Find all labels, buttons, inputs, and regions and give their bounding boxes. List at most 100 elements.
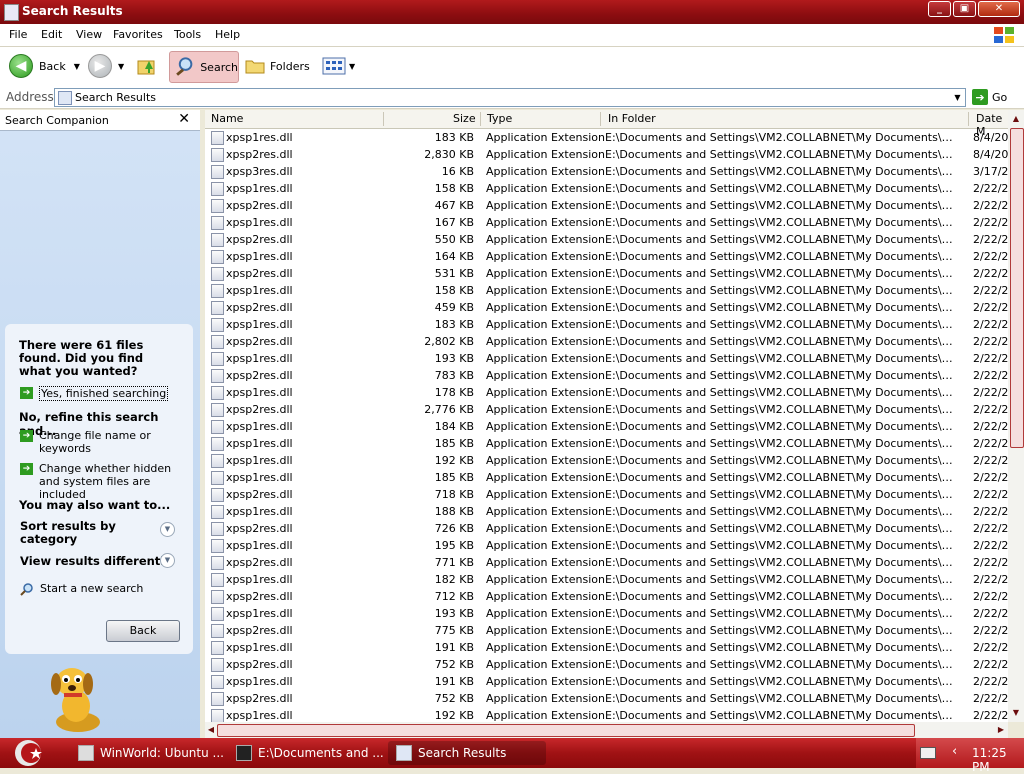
change-file-name-link[interactable]: ➔ Change file name or keywords: [20, 429, 180, 455]
file-size: 185 KB: [434, 471, 474, 484]
search-button[interactable]: Search: [169, 51, 239, 83]
file-size: 752 KB: [434, 658, 474, 671]
table-row[interactable]: xpsp1res.dll 191 KB Application Extension E…: [205, 639, 1008, 656]
table-row[interactable]: xpsp1res.dll 183 KB Application Extension E…: [205, 129, 1008, 146]
keyboard-icon[interactable]: [920, 747, 936, 759]
table-row[interactable]: xpsp1res.dll 188 KB Application Extension E…: [205, 503, 1008, 520]
table-row[interactable]: xpsp1res.dll 178 KB Application Extension E…: [205, 384, 1008, 401]
table-row[interactable]: xpsp1res.dll 185 KB Application Extension E…: [205, 469, 1008, 486]
table-row[interactable]: xpsp1res.dll 184 KB Application Extension E…: [205, 418, 1008, 435]
sort-results-link[interactable]: Sort results by category: [20, 520, 130, 546]
file-folder: E:\Documents and Settings\VM2.COLLABNET\…: [605, 216, 961, 229]
companion-back-button[interactable]: Back: [106, 620, 180, 642]
column-divider[interactable]: [968, 112, 969, 126]
table-row[interactable]: xpsp1res.dll 193 KB Application Extension E…: [205, 350, 1008, 367]
yes-finished-link[interactable]: ➔ Yes, finished searching: [20, 386, 169, 401]
table-row[interactable]: xpsp1res.dll 164 KB Application Extension E…: [205, 248, 1008, 265]
up-folder-button[interactable]: [136, 51, 158, 81]
menu-favorites[interactable]: Favorites: [113, 28, 163, 41]
table-row[interactable]: xpsp2res.dll 752 KB Application Extension E…: [205, 656, 1008, 673]
table-row[interactable]: xpsp2res.dll 718 KB Application Extension E…: [205, 486, 1008, 503]
table-row[interactable]: xpsp3res.dll 16 KB Application Extension E:…: [205, 163, 1008, 180]
new-search-link[interactable]: Start a new search: [20, 582, 143, 596]
column-name[interactable]: Name: [211, 112, 243, 125]
scroll-right-icon[interactable]: ▶: [995, 723, 1007, 736]
go-button[interactable]: ➔ Go: [972, 88, 1007, 106]
back-dropdown-icon[interactable]: ▼: [74, 62, 80, 71]
table-row[interactable]: xpsp1res.dll 158 KB Application Extension E…: [205, 282, 1008, 299]
table-row[interactable]: xpsp1res.dll 185 KB Application Extension E…: [205, 435, 1008, 452]
clock[interactable]: 11:25 PM: [972, 746, 1024, 774]
horizontal-scroll-thumb[interactable]: [217, 724, 915, 737]
folders-button[interactable]: Folders: [244, 51, 310, 81]
table-row[interactable]: xpsp2res.dll 726 KB Application Extension E…: [205, 520, 1008, 537]
column-divider[interactable]: [480, 112, 481, 126]
table-row[interactable]: xpsp2res.dll 550 KB Application Extension E…: [205, 231, 1008, 248]
menu-tools[interactable]: Tools: [174, 28, 201, 41]
table-row[interactable]: xpsp1res.dll 183 KB Application Extension E…: [205, 316, 1008, 333]
forward-dropdown-icon[interactable]: ▼: [118, 62, 124, 71]
file-name: xpsp1res.dll: [226, 352, 293, 365]
close-button[interactable]: ✕: [978, 1, 1020, 17]
scroll-left-icon[interactable]: ◀: [205, 723, 217, 736]
search-results-icon: [396, 745, 412, 761]
table-row[interactable]: xpsp2res.dll 2,776 KB Application Extensio…: [205, 401, 1008, 418]
address-dropdown-icon[interactable]: ▼: [950, 89, 965, 106]
table-row[interactable]: xpsp2res.dll 752 KB Application Extension E…: [205, 690, 1008, 707]
table-row[interactable]: xpsp1res.dll 167 KB Application Extension E…: [205, 214, 1008, 231]
taskbar-item-winworld[interactable]: WinWorld: Ubuntu ...: [70, 741, 228, 765]
table-row[interactable]: xpsp1res.dll 195 KB Application Extension E…: [205, 537, 1008, 554]
column-in-folder[interactable]: In Folder: [608, 112, 656, 125]
table-row[interactable]: xpsp2res.dll 771 KB Application Extension E…: [205, 554, 1008, 571]
column-divider[interactable]: [383, 112, 384, 126]
file-name: xpsp1res.dll: [226, 420, 293, 433]
scroll-down-icon[interactable]: ▼: [1010, 706, 1022, 720]
toolbar: ◀ Back ▼ ▶ ▼ Search Folders ▼: [0, 47, 1024, 87]
forward-button[interactable]: ▶ ▼: [88, 51, 124, 81]
expand-chevron-icon[interactable]: ▼: [160, 522, 175, 537]
horizontal-scrollbar[interactable]: ◀ ▶: [205, 722, 1008, 738]
table-row[interactable]: xpsp1res.dll 193 KB Application Extension E…: [205, 605, 1008, 622]
back-button[interactable]: ◀ Back ▼: [9, 51, 80, 81]
column-type[interactable]: Type: [487, 112, 512, 125]
close-pane-icon[interactable]: ✕: [178, 111, 190, 127]
show-hidden-icons-icon[interactable]: ‹: [952, 744, 957, 759]
column-size[interactable]: Size: [453, 112, 476, 125]
file-type: Application Extension: [486, 692, 605, 705]
views-button[interactable]: ▼: [322, 51, 355, 81]
table-row[interactable]: xpsp2res.dll 459 KB Application Extension E…: [205, 299, 1008, 316]
menu-edit[interactable]: Edit: [41, 28, 62, 41]
table-row[interactable]: xpsp2res.dll 775 KB Application Extension E…: [205, 622, 1008, 639]
table-row[interactable]: xpsp2res.dll 2,830 KB Application Extensio…: [205, 146, 1008, 163]
table-row[interactable]: xpsp2res.dll 2,802 KB Application Extensio…: [205, 333, 1008, 350]
taskbar-item-7zip[interactable]: E:\Documents and ...: [228, 741, 386, 765]
menu-file[interactable]: File: [9, 28, 27, 41]
start-button[interactable]: [8, 738, 50, 768]
menu-help[interactable]: Help: [215, 28, 240, 41]
scroll-up-icon[interactable]: ▲: [1010, 112, 1022, 126]
vertical-scroll-thumb[interactable]: [1010, 128, 1024, 448]
table-row[interactable]: xpsp2res.dll 531 KB Application Extension E…: [205, 265, 1008, 282]
table-row[interactable]: xpsp1res.dll 192 KB Application Extension E…: [205, 707, 1008, 722]
taskbar-item-search-results[interactable]: Search Results: [388, 741, 546, 765]
window-app-icon[interactable]: [4, 4, 19, 21]
minimize-button[interactable]: _: [928, 1, 951, 17]
file-name: xpsp2res.dll: [226, 369, 293, 382]
expand-chevron-icon[interactable]: ▼: [160, 553, 175, 568]
table-row[interactable]: xpsp2res.dll 712 KB Application Extension E…: [205, 588, 1008, 605]
table-row[interactable]: xpsp1res.dll 182 KB Application Extension E…: [205, 571, 1008, 588]
column-divider[interactable]: [600, 112, 601, 126]
window-title-bar[interactable]: Search Results _ ▣ ✕: [0, 0, 1024, 24]
table-row[interactable]: xpsp1res.dll 191 KB Application Extension E…: [205, 673, 1008, 690]
menu-view[interactable]: View: [76, 28, 102, 41]
table-row[interactable]: xpsp1res.dll 158 KB Application Extension E…: [205, 180, 1008, 197]
view-results-link[interactable]: View results differently: [20, 554, 172, 568]
vertical-scrollbar[interactable]: ▲ ▼: [1008, 110, 1024, 722]
table-row[interactable]: xpsp2res.dll 783 KB Application Extension E…: [205, 367, 1008, 384]
maximize-button[interactable]: ▣: [953, 1, 976, 17]
change-hidden-files-link[interactable]: ➔ Change whether hidden and system files…: [20, 462, 185, 501]
address-field[interactable]: Search Results ▼: [54, 88, 966, 107]
table-row[interactable]: xpsp1res.dll 192 KB Application Extension E…: [205, 452, 1008, 469]
file-name: xpsp1res.dll: [226, 709, 293, 722]
table-row[interactable]: xpsp2res.dll 467 KB Application Extension E…: [205, 197, 1008, 214]
